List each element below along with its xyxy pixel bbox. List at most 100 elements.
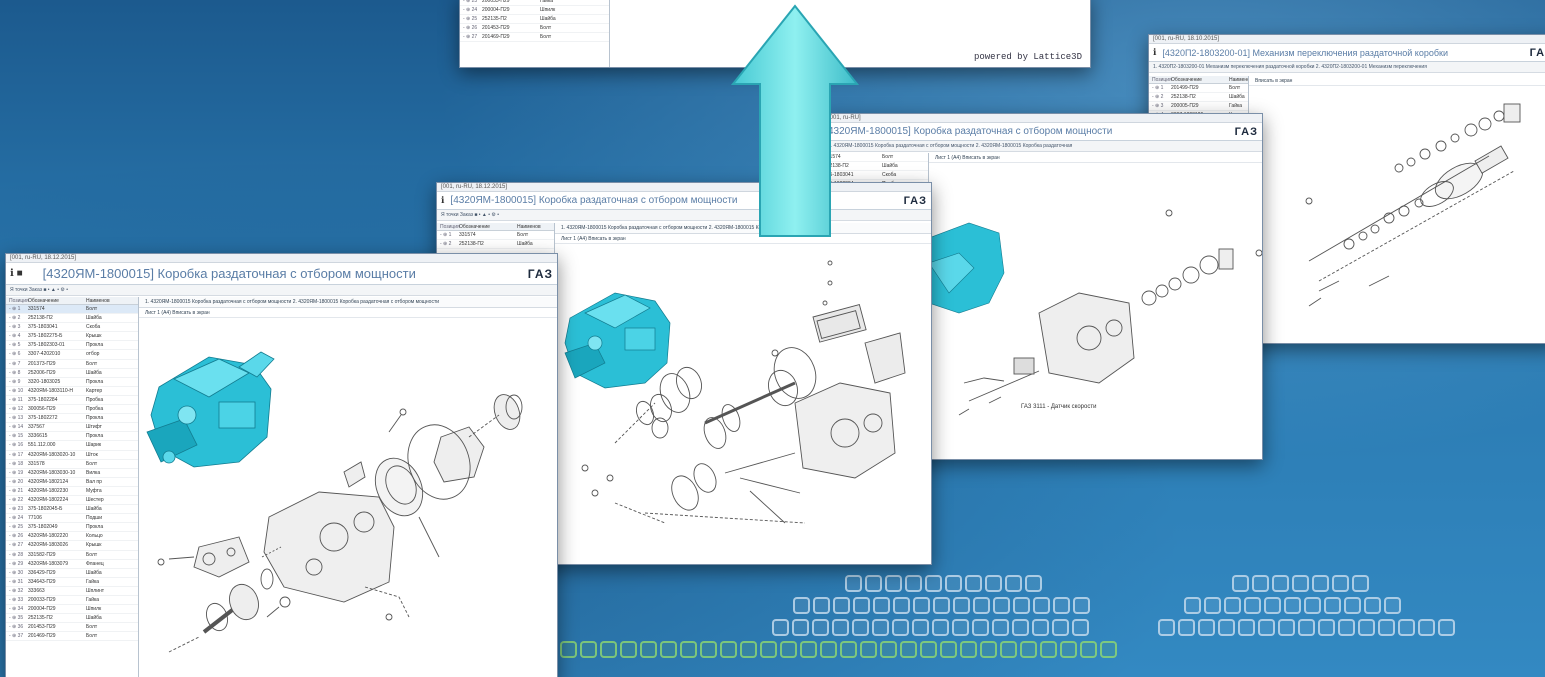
table-row[interactable]: - ⊕ 1 201499-П29 Болт: [1149, 84, 1248, 94]
list-cell: Шайба: [86, 369, 102, 376]
list-cell: отбор: [86, 351, 100, 358]
table-row[interactable]: - ⊕ 28 331582-П29 Болт: [6, 551, 138, 560]
table-row[interactable]: - ⊕ 9 3320-1803025 Прокла: [6, 378, 138, 387]
table-row[interactable]: - ⊕ 29 4320ЯМ-1803079 Фланец: [6, 560, 138, 569]
list-cell: Болт: [1229, 85, 1241, 91]
table-row[interactable]: - ⊕ 35 252135-П2 Шайба: [6, 614, 138, 624]
table-row[interactable]: - ⊕ 11 375-1802284 Пробка: [6, 396, 138, 406]
table-row[interactable]: - ⊕ 19 4320ЯМ-1803030-10 Вилка: [6, 469, 138, 478]
table-row[interactable]: - ⊕ 3 375-1803041 Скоба: [6, 323, 138, 333]
table-row[interactable]: - ⊕ 4 375-1802275-Б Крышк: [6, 332, 138, 342]
decor-square: [865, 575, 882, 592]
decor-square: [1364, 597, 1381, 614]
decor-square: [912, 619, 929, 636]
table-row[interactable]: - ⊕ 16 551.112.000 Шарик: [6, 441, 138, 451]
table-row[interactable]: - ⊕ 34 200004-П29 Шпилк: [6, 605, 138, 615]
decor-square: [1053, 597, 1070, 614]
decor-square: [1178, 619, 1195, 636]
table-row[interactable]: - ⊕ 8 252006-П29 Шайба: [6, 369, 138, 378]
table-row[interactable]: - ⊕ 27 201469-П29 Болт: [460, 33, 609, 43]
table-row[interactable]: - ⊕ 13 375-1802272 Прокла: [6, 414, 138, 424]
list-cell: Обозначение: [459, 224, 490, 230]
window-transfer-case-main: [001, ru-RU, 18.12.2015] ℹ ■ [4320ЯМ-180…: [5, 253, 558, 677]
decor-square: [960, 641, 977, 658]
window-toolbar[interactable]: Я точки Заказ ■ • ▲ • ⚙ •: [6, 285, 557, 296]
table-row[interactable]: - ⊕ 27 4320ЯМ-1803026 Крышк: [6, 541, 138, 551]
decor-square: [1020, 641, 1037, 658]
decor-square: [985, 575, 1002, 592]
list-cell: Болт: [540, 34, 552, 41]
table-row[interactable]: - ⊕ 25 375-1802049 Прокла: [6, 523, 138, 533]
parts-list[interactable]: Позиция Обозначение Наименов - ⊕ 1 331574 Бол…: [6, 297, 139, 677]
drawing-viewer[interactable]: Вписать в экран: [1249, 76, 1545, 343]
list-header: ПозицияОбозначение Наименов: [437, 223, 554, 231]
table-row[interactable]: - ⊕ 15 3336615 Прокла: [6, 432, 138, 442]
table-row[interactable]: - ⊕ 36 201453-П29 Болт: [6, 623, 138, 633]
window-tabs[interactable]: 1. 4320ЯМ-1800015 Коробка раздаточная с …: [824, 141, 1262, 152]
table-row[interactable]: - ⊕ 37 201469-П29 Болт: [6, 632, 138, 642]
list-cell: 252135-П2: [28, 615, 53, 622]
table-row[interactable]: - ⊕ 24 200004-П29 Шпилк: [460, 6, 609, 16]
table-row[interactable]: - ⊕ 2 252138-П2 Шайба: [1149, 93, 1248, 103]
list-cell: - ⊕ 22: [9, 496, 24, 503]
list-cell: - ⊕ 23: [9, 506, 24, 513]
powered-by-label: powered by Lattice3D: [973, 52, 1082, 62]
decor-square: [700, 641, 717, 658]
table-row[interactable]: - ⊕ 20 4320ЯМ-1802124 Вал пр: [6, 478, 138, 487]
table-row[interactable]: - ⊕ 30 336429-П29 Шайба: [6, 569, 138, 578]
decor-square: [872, 619, 889, 636]
table-row[interactable]: - ⊕ 7 201373-П29 Болт: [6, 360, 138, 369]
info-icon[interactable]: ℹ ■: [10, 268, 23, 279]
list-cell: Болт: [86, 360, 98, 367]
table-row[interactable]: - ⊕ 24 77106 Подши: [6, 514, 138, 524]
window-toolbar[interactable]: 1. 4320П2-1803200-01 Механизм переключен…: [1149, 62, 1545, 73]
table-row[interactable]: - ⊕ 6 3307-4202010 отбор: [6, 350, 138, 360]
table-row[interactable]: - ⊕ 32 333663 Шплинт: [6, 587, 138, 596]
table-row[interactable]: - ⊕ 1 331574 Болт: [6, 305, 138, 315]
list-cell: Прокла: [86, 378, 104, 385]
list-cell: 300056-П29: [28, 406, 56, 413]
table-row[interactable]: - ⊕ 3 200005-П29 Гайка: [1149, 102, 1248, 112]
decor-square: [1012, 619, 1029, 636]
table-row[interactable]: - ⊕ 21 4320ЯМ-1802230 Муфта: [6, 487, 138, 496]
table-row[interactable]: - ⊕ 12 300056-П29 Пробка: [6, 405, 138, 415]
drawing-viewer[interactable]: 1. 4320ЯМ-1800015 Коробка раздаточная с …: [555, 223, 931, 564]
list-cell: - ⊕ 14: [9, 424, 24, 431]
table-row[interactable]: - ⊕ 22 4320ЯМ-1802224 Шестер: [6, 496, 138, 506]
decor-square: [1332, 575, 1349, 592]
list-cell: Позиция: [9, 298, 29, 304]
info-icon[interactable]: ℹ: [441, 195, 444, 206]
list-cell: - ⊕ 12: [9, 406, 24, 413]
decor-square: [993, 597, 1010, 614]
table-row[interactable]: - ⊕ 25 252135-П2 Шайба: [460, 15, 609, 25]
list-cell: - ⊕ 28: [9, 551, 24, 558]
table-row[interactable]: - ⊕ 26 4320ЯМ-1802220 Кольцо: [6, 532, 138, 542]
decor-square: [900, 641, 917, 658]
table-row[interactable]: - ⊕ 26 201453-П29 Болт: [460, 24, 609, 34]
list-cell: - ⊕ 4: [9, 333, 21, 340]
table-row[interactable]: - ⊕ 14 337567 Штифт: [6, 423, 138, 433]
table-row[interactable]: - ⊕ 17 4320ЯМ-1803020-10 Шток: [6, 451, 138, 460]
drawing-viewer[interactable]: 1. 4320ЯМ-1800015 Коробка раздаточная с …: [139, 297, 557, 677]
list-cell: 4320ЯМ-1803110-Н: [28, 387, 73, 394]
list-cell: 375-1803041: [28, 324, 58, 331]
table-row[interactable]: - ⊕ 33 200033-П29 Гайка: [6, 596, 138, 606]
decor-square: [965, 575, 982, 592]
table-row[interactable]: - ⊕ 1 331574 Болт: [437, 231, 554, 241]
up-arrow-graphic: [730, 4, 860, 237]
decor-square: [1252, 575, 1269, 592]
table-row[interactable]: - ⊕ 5 375-1802303-01 Прокла: [6, 341, 138, 351]
list-cell: 200033-П29: [482, 0, 510, 4]
table-row[interactable]: - ⊕ 18 331578 Болт: [6, 460, 138, 469]
drawing-viewer[interactable]: Лист 1 (A4) Вписать в экран ГАЗ 3111 - Д…: [929, 153, 1262, 459]
info-icon[interactable]: ℹ: [1153, 47, 1156, 58]
table-row[interactable]: - ⊕ 31 334643-П29 Гайка: [6, 578, 138, 587]
list-cell: Позиция: [1152, 77, 1172, 83]
table-row[interactable]: - ⊕ 2 252138-П2 Шайба: [437, 240, 554, 250]
list-cell: 331582-П29: [28, 551, 56, 558]
list-cell: 201373-П29: [28, 360, 56, 367]
table-row[interactable]: - ⊕ 10 4320ЯМ-1803110-Н Картер: [6, 387, 138, 396]
table-row[interactable]: - ⊕ 2 252138-П2 Шайба: [6, 314, 138, 324]
list-cell: 200033-П29: [28, 597, 56, 603]
table-row[interactable]: - ⊕ 23 375-1802045-Б Шайба: [6, 505, 138, 515]
